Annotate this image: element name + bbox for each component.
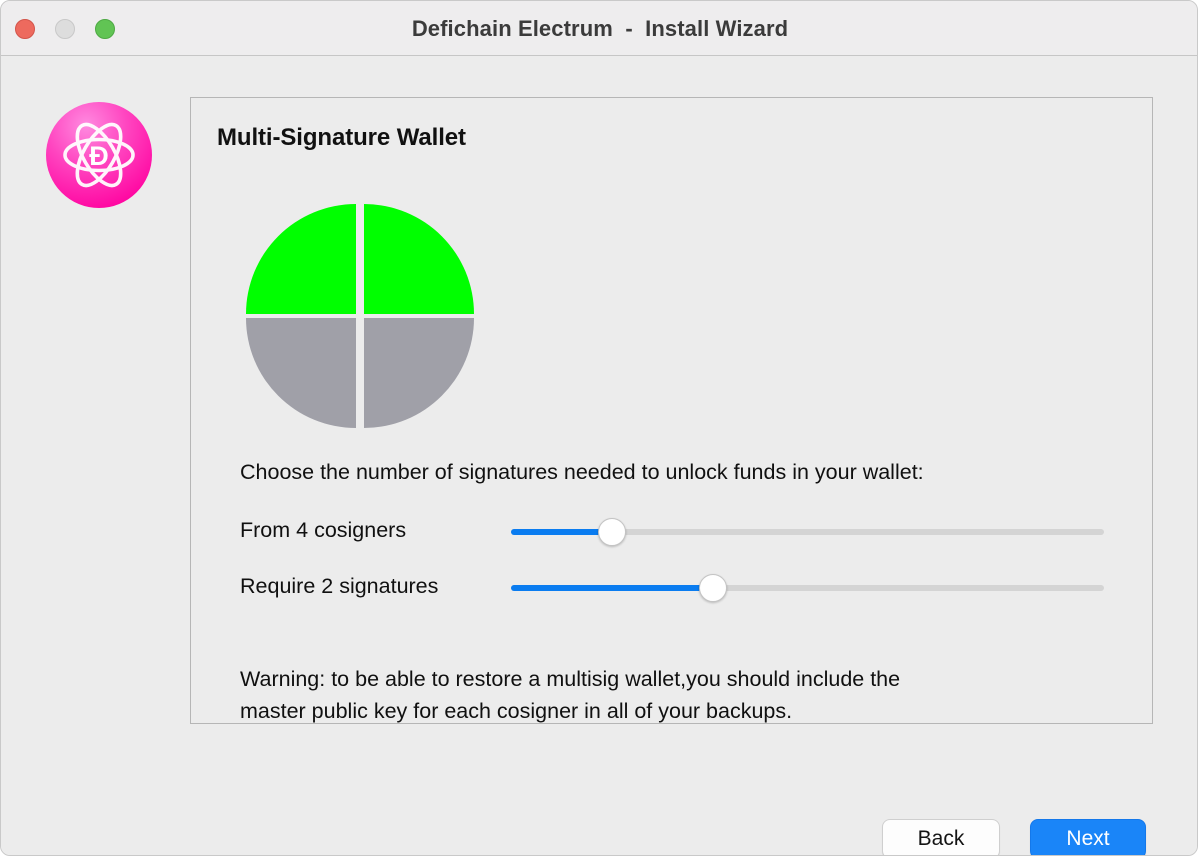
title-bar: Defichain Electrum - Install Wizard xyxy=(1,1,1197,56)
pie-chart-svg xyxy=(246,204,474,428)
backup-warning-line-2: master public key for each cosigner in a… xyxy=(240,699,793,723)
pie-slice-empty-1 xyxy=(246,318,356,428)
defichain-currency-symbol: Ð xyxy=(89,141,109,171)
defichain-electrum-logo-icon: Ð xyxy=(45,101,153,209)
cosigners-slider-label: From 4 cosigners xyxy=(240,518,407,542)
page-title: Multi-Signature Wallet xyxy=(217,124,466,151)
back-button[interactable]: Back xyxy=(882,819,1000,855)
pie-slice-filled-2 xyxy=(364,204,474,314)
wizard-panel: Multi-Signature Wallet Choose the number… xyxy=(190,97,1153,724)
cosigners-slider-handle[interactable] xyxy=(598,518,626,546)
pie-slice-filled-1 xyxy=(246,204,356,314)
install-wizard-window: Defichain Electrum - Install Wizard Ð Mu… xyxy=(0,0,1198,856)
wizard-content: Ð Multi-Signature Wallet Choose the numb… xyxy=(1,57,1197,855)
signatures-slider-label: Require 2 signatures xyxy=(240,574,439,598)
backup-warning-line-1: Warning: to be able to restore a multisi… xyxy=(240,667,901,691)
window-title: Defichain Electrum - Install Wizard xyxy=(411,16,789,41)
next-button[interactable]: Next xyxy=(1030,819,1146,855)
signatures-slider[interactable] xyxy=(511,571,1104,605)
cosigners-slider[interactable] xyxy=(511,515,1104,549)
signatures-slider-handle[interactable] xyxy=(699,574,727,602)
pie-slice-empty-2 xyxy=(364,318,474,428)
instruction-text: Choose the number of signatures needed t… xyxy=(240,460,924,484)
signatures-slider-fill xyxy=(511,585,713,591)
multisig-quadrant-chart xyxy=(246,202,474,430)
cosigners-slider-fill xyxy=(511,529,612,535)
backup-warning-text: Warning: to be able to restore a multisi… xyxy=(240,663,1120,723)
